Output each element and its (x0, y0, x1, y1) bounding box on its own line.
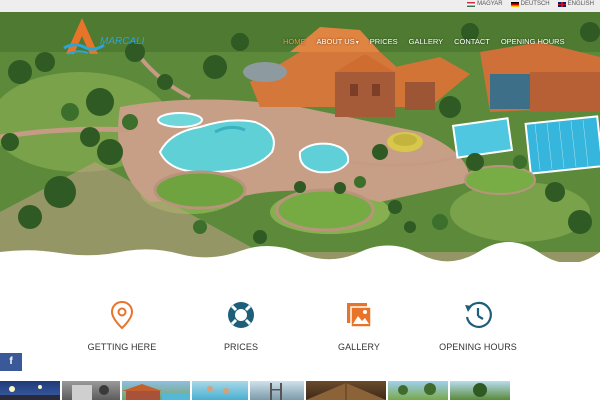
night-lights-photo (0, 385, 60, 400)
gallery-thumb[interactable] (122, 381, 190, 400)
language-label: MAGYAR (477, 1, 503, 7)
nav-about-us-label: ABOUT US (316, 37, 355, 46)
pool-ladder-photo (270, 383, 282, 400)
photo-gallery-icon (347, 303, 372, 328)
logo-text: MARCALI (100, 36, 145, 47)
feature-prices[interactable]: PRICES (181, 300, 301, 352)
gallery-strip (0, 381, 600, 400)
language-label: ENGLISH (567, 1, 594, 7)
location-pin-icon (110, 300, 134, 330)
language-de[interactable]: DEUTSCH (510, 1, 550, 7)
gallery-thumb[interactable] (306, 381, 386, 400)
logo-mark-icon: MARCALI (63, 18, 145, 55)
language-switcher: MAGYAR DEUTSCH ENGLISH (467, 1, 594, 7)
language-bar: MAGYAR DEUTSCH ENGLISH (0, 0, 600, 12)
main-navigation: HOME ABOUT US▾ PRICES GALLERY CONTACT OP… (283, 37, 576, 46)
feature-gallery[interactable]: GALLERY (299, 300, 419, 352)
gallery-thumb[interactable] (192, 381, 248, 400)
facebook-icon: f (9, 356, 13, 367)
gallery-thumb[interactable] (250, 381, 304, 400)
uk-flag-icon (557, 1, 566, 7)
resort-building-photo (122, 384, 190, 400)
chevron-down-icon: ▾ (355, 40, 359, 46)
marcali-logo[interactable]: MARCALI (62, 14, 154, 58)
gallery-thumb[interactable] (388, 381, 448, 400)
feature-blurbs: GETTING HERE PRICES GALLERY OPENING HOUR… (0, 300, 600, 360)
bw-photo (72, 385, 109, 400)
park-photo (398, 383, 436, 395)
nav-opening-hours[interactable]: OPENING HOURS (501, 37, 565, 46)
gallery-thumb[interactable] (450, 381, 510, 400)
lifebuoy-icon (228, 302, 254, 328)
language-en[interactable]: ENGLISH (557, 1, 594, 7)
gallery-thumb[interactable] (0, 381, 60, 400)
nav-gallery[interactable]: GALLERY (409, 37, 443, 46)
gallery-thumb[interactable] (62, 381, 120, 400)
language-label: DEUTSCH (520, 1, 550, 7)
feature-label: GALLERY (337, 342, 381, 352)
hungary-flag-icon (467, 1, 476, 7)
nav-contact[interactable]: CONTACT (454, 37, 490, 46)
nav-about-us[interactable]: ABOUT US▾ (317, 37, 359, 46)
feature-label: GETTING HERE (87, 342, 157, 352)
language-hu[interactable]: MAGYAR (467, 1, 503, 7)
nav-home[interactable]: HOME (283, 37, 306, 46)
trees-photo (473, 383, 487, 397)
feature-label: OPENING HOURS (439, 342, 517, 352)
feature-label: PRICES (223, 342, 259, 352)
facebook-share-button[interactable]: f (0, 353, 22, 371)
site-header: MARCALI HOME ABOUT US▾ PRICES GALLERY CO… (0, 12, 600, 55)
wooden-hall-photo (306, 383, 386, 400)
germany-flag-icon (510, 1, 519, 7)
nav-prices[interactable]: PRICES (370, 37, 398, 46)
feature-opening-hours[interactable]: OPENING HOURS (418, 300, 538, 352)
history-clock-icon (465, 301, 492, 328)
swimmers-photo (207, 386, 229, 394)
feature-getting-here[interactable]: GETTING HERE (62, 300, 182, 352)
